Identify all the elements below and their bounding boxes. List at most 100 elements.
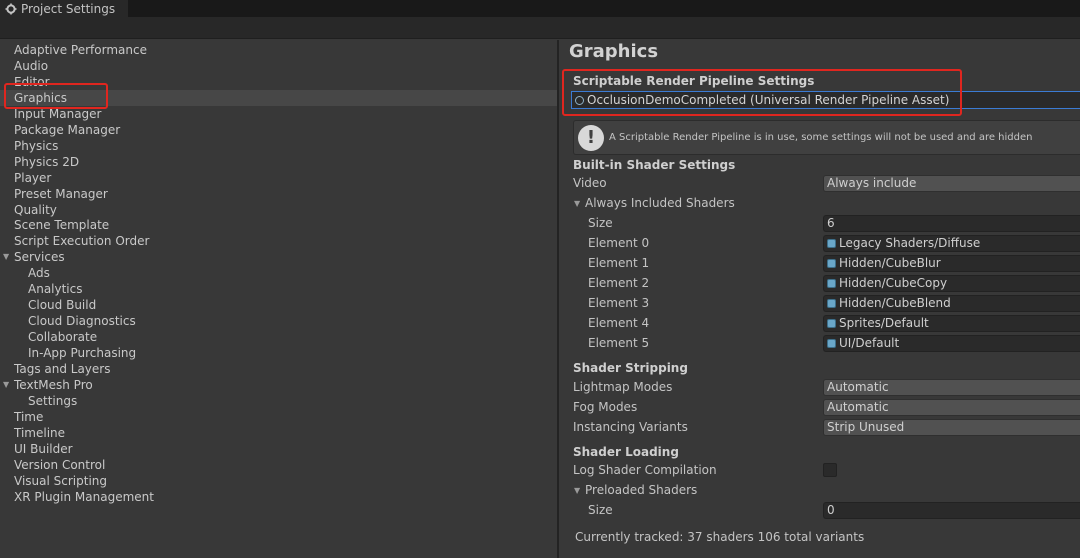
shader-object-field[interactable]: Hidden/CubeCopy xyxy=(823,275,1080,292)
stripping-label: Lightmap Modes xyxy=(573,380,673,394)
element-label: Element 0 xyxy=(588,236,650,250)
shader-object-field[interactable]: Legacy Shaders/Diffuse xyxy=(823,235,1080,252)
sidebar-item-label: Cloud Build xyxy=(28,298,97,313)
stripping-label: Fog Modes xyxy=(573,400,638,414)
element-label: Element 1 xyxy=(588,256,650,270)
sidebar-item[interactable]: Player xyxy=(0,170,557,186)
shader-icon xyxy=(827,239,836,248)
sidebar-item[interactable]: Visual Scripting xyxy=(0,473,557,489)
sidebar-item-label: Player xyxy=(14,170,52,185)
srp-asset-value: OcclusionDemoCompleted (Universal Render… xyxy=(587,93,950,107)
sidebar-item[interactable]: Cloud Build xyxy=(0,297,557,313)
shader-tracking-status: Currently tracked: 37 shaders 106 total … xyxy=(575,530,865,544)
video-dropdown[interactable]: Always include xyxy=(823,175,1080,192)
expand-arrow-icon[interactable]: ▼ xyxy=(3,377,9,393)
sidebar-item[interactable]: Ads xyxy=(0,265,557,281)
tab-title: Project Settings xyxy=(21,1,116,16)
foldout-arrow-icon[interactable]: ▼ xyxy=(574,199,580,208)
sidebar-item-label: Input Manager xyxy=(14,106,102,121)
shaders-size-label: Size xyxy=(588,216,613,230)
shader-object-field[interactable]: Sprites/Default xyxy=(823,315,1080,332)
builtin-section-header: Built-in Shader Settings xyxy=(573,158,736,172)
sidebar-item[interactable]: Graphics xyxy=(0,89,557,106)
shader-object-field[interactable]: Hidden/CubeBlend xyxy=(823,295,1080,312)
sidebar-item[interactable]: XR Plugin Management xyxy=(0,489,557,505)
sidebar-item-label: Quality xyxy=(14,202,57,217)
element-label: Element 3 xyxy=(588,296,650,310)
preloaded-size-label: Size xyxy=(588,503,613,517)
sidebar-item[interactable]: Collaborate xyxy=(0,329,557,345)
sidebar-item[interactable]: Script Execution Order xyxy=(0,233,557,249)
sidebar-item[interactable]: Physics xyxy=(0,138,557,154)
sidebar-item-label: Script Execution Order xyxy=(14,234,150,249)
title-bar: Project Settings xyxy=(0,0,1080,17)
help-box: ! A Scriptable Render Pipeline is in use… xyxy=(573,120,1080,155)
shader-icon xyxy=(827,319,836,328)
stripping-dropdown[interactable]: Strip Unused xyxy=(823,419,1080,436)
sidebar-item[interactable]: UI Builder xyxy=(0,441,557,457)
sidebar-item[interactable]: Timeline xyxy=(0,425,557,441)
preloaded-size-input[interactable]: 0 xyxy=(823,502,1080,519)
sidebar-item-label: Collaborate xyxy=(28,330,98,345)
sidebar-item-label: Services xyxy=(14,250,65,265)
sidebar-item[interactable]: Input Manager xyxy=(0,106,557,122)
always-included-shaders-foldout[interactable]: Always Included Shaders xyxy=(585,196,735,210)
sidebar-item-label: Timeline xyxy=(14,425,66,440)
sidebar-item[interactable]: Scene Template xyxy=(0,217,557,233)
shader-object-value: Hidden/CubeCopy xyxy=(839,276,948,290)
tab-project-settings[interactable]: Project Settings xyxy=(0,0,128,17)
render-pipeline-asset-icon xyxy=(575,96,584,105)
sidebar-item[interactable]: Audio xyxy=(0,58,557,74)
sidebar-item-label: Analytics xyxy=(28,282,83,297)
sidebar-item-label: Audio xyxy=(14,58,49,73)
log-shader-compilation-checkbox[interactable] xyxy=(823,463,837,477)
sidebar-item[interactable]: ▼ Services xyxy=(0,249,557,265)
sidebar-item[interactable]: Cloud Diagnostics xyxy=(0,313,557,329)
shader-object-value: Legacy Shaders/Diffuse xyxy=(839,236,981,250)
sidebar-item[interactable]: Version Control xyxy=(0,457,557,473)
shaders-size-input[interactable]: 6 xyxy=(823,215,1080,232)
sidebar-item[interactable]: In-App Purchasing xyxy=(0,345,557,361)
gear-icon xyxy=(5,3,17,14)
stripping-dropdown[interactable]: Automatic xyxy=(823,399,1080,416)
sidebar-item-label: Version Control xyxy=(14,457,106,472)
element-label: Element 2 xyxy=(588,276,650,290)
sidebar-item-label: Physics xyxy=(14,138,59,153)
sidebar-item[interactable]: Package Manager xyxy=(0,122,557,138)
video-label: Video xyxy=(573,176,607,190)
shader-object-field[interactable]: UI/Default xyxy=(823,335,1080,352)
sidebar-item-label: Time xyxy=(14,409,44,424)
sidebar-item[interactable]: Preset Manager xyxy=(0,186,557,202)
sidebar-item-label: Scene Template xyxy=(14,218,110,233)
shader-object-value: Sprites/Default xyxy=(839,316,929,330)
preloaded-shaders-foldout[interactable]: Preloaded Shaders xyxy=(585,483,697,497)
sidebar-item-label: Ads xyxy=(28,266,50,281)
sidebar-item[interactable]: Tags and Layers xyxy=(0,361,557,377)
sidebar-item[interactable]: Physics 2D xyxy=(0,154,557,170)
sidebar-item[interactable]: Adaptive Performance xyxy=(0,42,557,58)
sidebar-item-label: Settings xyxy=(28,393,78,408)
sidebar-item[interactable]: Editor xyxy=(0,74,557,90)
shader-icon xyxy=(827,299,836,308)
sidebar-item[interactable]: Settings xyxy=(0,393,557,409)
shader-object-value: Hidden/CubeBlend xyxy=(839,296,951,310)
sidebar-item-label: Graphics xyxy=(14,90,67,105)
stripping-section-header: Shader Stripping xyxy=(573,361,688,375)
srp-section-header: Scriptable Render Pipeline Settings xyxy=(573,74,815,88)
sidebar-item-label: Tags and Layers xyxy=(14,362,111,376)
sidebar-item[interactable]: Analytics xyxy=(0,281,557,297)
expand-arrow-icon[interactable]: ▼ xyxy=(3,249,9,265)
shader-object-value: UI/Default xyxy=(839,336,900,350)
sidebar-item-label: Preset Manager xyxy=(14,186,108,201)
sidebar-item-label: UI Builder xyxy=(14,441,73,456)
srp-asset-field[interactable]: OcclusionDemoCompleted (Universal Render… xyxy=(571,91,1080,109)
sidebar-item-label: Physics 2D xyxy=(14,154,80,169)
sidebar-item[interactable]: ▼ TextMesh Pro xyxy=(0,377,557,393)
sidebar-item[interactable]: Quality xyxy=(0,202,557,218)
preloaded-foldout-arrow-icon[interactable]: ▼ xyxy=(574,486,580,495)
log-shader-compilation-label: Log Shader Compilation xyxy=(573,463,717,477)
sidebar-item[interactable]: Time xyxy=(0,409,557,425)
shader-object-field[interactable]: Hidden/CubeBlur xyxy=(823,255,1080,272)
stripping-dropdown[interactable]: Automatic xyxy=(823,379,1080,396)
sidebar-item-label: Adaptive Performance xyxy=(14,43,147,57)
